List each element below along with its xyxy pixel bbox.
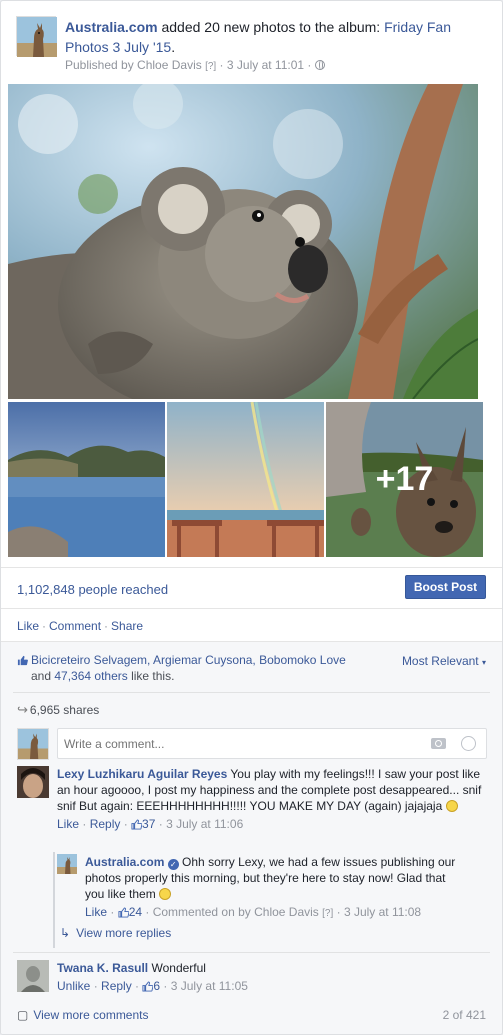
commented-by[interactable]: Commented on by Chloe Davis (153, 905, 319, 919)
like-thumb-icon (17, 654, 28, 670)
reach-text: 1,102,848 people reached (17, 582, 168, 597)
reply-like-link[interactable]: Like (85, 905, 107, 919)
sort-comments-dropdown[interactable]: Most Relevant ▾ (402, 654, 486, 668)
divider (13, 692, 490, 693)
comment-author[interactable]: Twana K. Rasull (57, 961, 148, 975)
composer-avatar (17, 728, 49, 760)
reply-arrow-icon: ↳ (60, 926, 71, 940)
comments-pagination: 2 of 421 (442, 1008, 486, 1022)
comment-author[interactable]: Lexy Luzhikaru Aguilar Reyes (57, 767, 227, 781)
comment-like-count[interactable]: 6 (153, 979, 160, 993)
comment-like-link[interactable]: Like (57, 817, 79, 831)
globe-icon[interactable] (314, 60, 325, 70)
comment-text: Wonderful (151, 961, 206, 975)
likes-and: and (31, 669, 55, 683)
boost-post-button[interactable]: Boost Post (405, 575, 486, 599)
help-marker[interactable]: [?] (205, 61, 216, 72)
divider (13, 952, 490, 953)
like-link[interactable]: Like (17, 619, 39, 633)
comment-bubble-icon: ▢ (17, 1008, 29, 1022)
camera-icon[interactable] (431, 738, 446, 749)
more-photos-count[interactable]: +17 (326, 402, 483, 557)
comment-reply-link[interactable]: Reply (101, 979, 132, 993)
comment-like-count[interactable]: 37 (142, 817, 155, 831)
smiley-icon (445, 800, 458, 812)
sort-label: Most Relevant (401, 654, 479, 668)
reply-body: Australia.com ✓ Ohh sorry Lexy, we had a… (85, 854, 465, 922)
album-photo-row: +17 (8, 402, 483, 557)
reach-bar: 1,102,848 people reached Boost Post (1, 567, 502, 609)
title-period: . (171, 39, 176, 55)
like-thumb-icon (131, 818, 143, 834)
commenter-avatar[interactable] (17, 960, 49, 996)
view-more-replies-label: View more replies (76, 926, 172, 940)
page-avatar[interactable] (16, 16, 57, 57)
reply-like-count[interactable]: 24 (129, 905, 142, 919)
share-arrow-icon: ↪ (17, 702, 28, 717)
album-photo-rainbow[interactable] (167, 402, 324, 557)
share-link[interactable]: Share (111, 619, 143, 633)
post-timestamp[interactable]: 3 July at 11:01 (227, 58, 304, 72)
likes-others[interactable]: 47,364 others (54, 669, 127, 683)
post-action-text: added 20 new photos to the album: (157, 19, 385, 35)
comment-body: Twana K. Rasull Wonderful Unlike · Reply… (57, 960, 487, 996)
comment-link[interactable]: Comment (49, 619, 101, 633)
commenter-avatar[interactable] (17, 766, 49, 802)
post-actions: Like · Comment · Share (17, 619, 144, 633)
view-more-replies-link[interactable]: ↳ View more replies (60, 926, 171, 940)
shares-link[interactable]: ↪ 6,965 shares (17, 702, 99, 718)
post-card: Australia.com added 20 new photos to the… (0, 0, 503, 1035)
comment-input[interactable] (64, 735, 404, 753)
caret-down-icon: ▾ (481, 658, 486, 667)
reply-author[interactable]: Australia.com (85, 855, 164, 869)
view-more-comments-link[interactable]: ▢ View more comments (17, 1008, 149, 1022)
reach-suffix: people reached (74, 582, 169, 597)
likes-suffix: like this. (127, 669, 175, 683)
comment-reply-link[interactable]: Reply (90, 817, 121, 831)
comment-time[interactable]: 3 July at 11:06 (166, 817, 243, 831)
comment-time[interactable]: 3 July at 11:05 (171, 979, 248, 993)
album-photo-more[interactable]: +17 (326, 402, 483, 557)
post-meta: Published by Chloe Davis [?] · 3 July at… (65, 58, 325, 72)
album-photo-lake[interactable] (8, 402, 165, 557)
like-thumb-icon (142, 980, 154, 996)
comment-footer: Like · Reply · 37 · 3 July at 11:06 (57, 816, 487, 834)
feedback-section: Bicicreteiro Selvagem, Argiemar Cuysona,… (1, 641, 502, 1034)
like-thumb-icon (118, 906, 130, 922)
smiley-icon (159, 888, 172, 900)
published-by-prefix: Published by (65, 58, 138, 72)
reply-avatar[interactable] (57, 854, 77, 878)
likes-summary: Bicicreteiro Selvagem, Argiemar Cuysona,… (17, 652, 347, 684)
comment-body: Lexy Luzhikaru Aguilar Reyes You play wi… (57, 766, 487, 834)
comment-footer: Unlike · Reply · 6 · 3 July at 11:05 (57, 978, 487, 996)
verified-badge-icon: ✓ (167, 859, 179, 870)
reply-footer: Like · 24 · Commented on by Chloe Davis … (85, 904, 465, 922)
likers-names[interactable]: Bicicreteiro Selvagem, Argiemar Cuysona,… (31, 653, 346, 667)
comment-composer[interactable] (57, 728, 487, 759)
album-photo-main[interactable] (8, 84, 478, 399)
reply-time[interactable]: 3 July at 11:08 (344, 905, 421, 919)
page-name-link[interactable]: Australia.com (65, 19, 158, 35)
comment-unlike-link[interactable]: Unlike (57, 979, 90, 993)
reach-count[interactable]: 1,102,848 (17, 582, 75, 597)
published-by-name[interactable]: Chloe Davis (137, 58, 202, 72)
post-header: Australia.com added 20 new photos to the… (16, 16, 486, 76)
shares-count[interactable]: 6,965 shares (30, 703, 99, 717)
view-more-comments-label: View more comments (33, 1008, 149, 1022)
reply-thread-line (53, 852, 55, 948)
emoji-icon[interactable] (461, 736, 476, 751)
help-marker[interactable]: [?] (322, 908, 333, 919)
post-title: Australia.com added 20 new photos to the… (65, 17, 465, 57)
